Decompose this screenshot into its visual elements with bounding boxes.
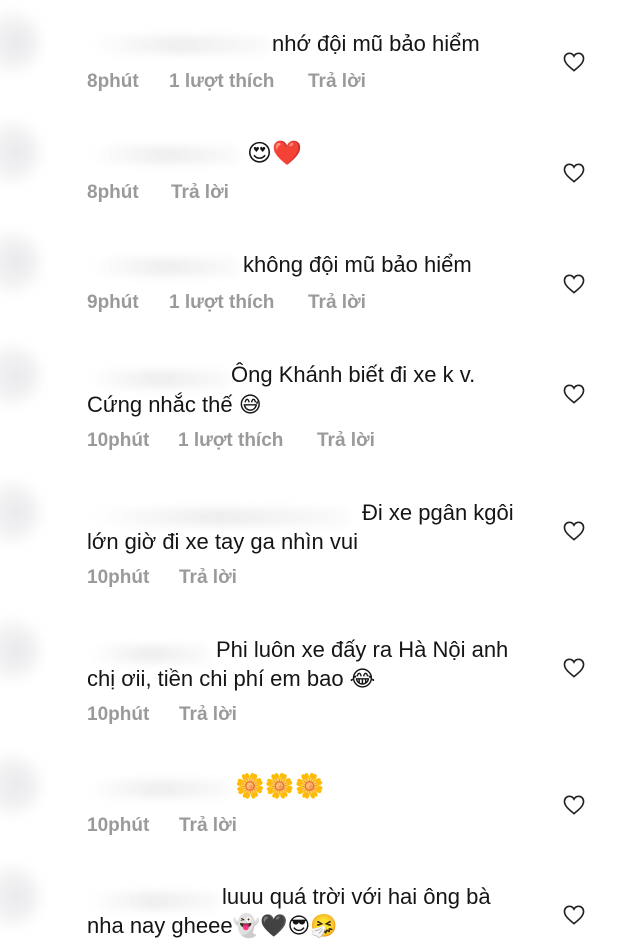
- comment-text-line-2: lớn giờ đi xe tay ga nhìn vui: [87, 529, 359, 554]
- username-blurred[interactable]: [90, 780, 230, 798]
- heart-outline-icon[interactable]: [563, 521, 585, 541]
- comment-time: 10phút: [87, 567, 150, 588]
- comment-text-line-1: luuu quá trời với hai ông bà: [222, 884, 491, 909]
- comment-time: 8phút: [87, 182, 139, 203]
- like-count[interactable]: 1 lượt thích: [169, 292, 274, 314]
- heart-outline-icon[interactable]: [563, 163, 585, 183]
- heart-outline-icon[interactable]: [563, 795, 585, 815]
- avatar[interactable]: [0, 122, 40, 182]
- heart-outline-icon[interactable]: [563, 52, 585, 72]
- comment-time: 10phút: [87, 704, 150, 725]
- comment-text: không đội mũ bảo hiểm: [243, 252, 472, 277]
- username-blurred[interactable]: [90, 36, 270, 54]
- avatar[interactable]: [0, 866, 40, 926]
- username-blurred[interactable]: [90, 146, 240, 164]
- comment-time: 9phút: [87, 292, 139, 313]
- avatar[interactable]: [0, 232, 40, 292]
- avatar[interactable]: [0, 755, 40, 815]
- avatar[interactable]: [0, 482, 40, 542]
- comment-text-line-2: Cứng nhắc thế 😅: [87, 392, 262, 417]
- reply-button[interactable]: Trả lời: [179, 815, 237, 837]
- reply-button[interactable]: Trả lời: [317, 430, 375, 452]
- avatar[interactable]: [0, 345, 40, 405]
- reply-button[interactable]: Trả lời: [308, 292, 366, 314]
- comment-text: nhớ đội mũ bảo hiểm: [272, 31, 480, 56]
- comment-text-line-1: Phi luôn xe đấy ra Hà Nội anh: [216, 637, 509, 662]
- comment-text-line-1: Ông Khánh biết đi xe k v.: [231, 362, 476, 387]
- heart-outline-icon[interactable]: [563, 384, 585, 404]
- comment-time: 8phút: [87, 71, 139, 92]
- username-blurred[interactable]: [90, 370, 230, 388]
- heart-outline-icon[interactable]: [563, 274, 585, 294]
- avatar[interactable]: [0, 620, 40, 680]
- comment-time: 10phút: [87, 430, 150, 451]
- avatar[interactable]: [0, 12, 40, 72]
- reply-button[interactable]: Trả lời: [179, 704, 237, 726]
- reply-button[interactable]: Trả lời: [171, 182, 229, 204]
- username-blurred[interactable]: [90, 508, 350, 526]
- username-blurred[interactable]: [90, 258, 240, 276]
- reply-button[interactable]: Trả lời: [308, 71, 366, 93]
- comment-text-line-1: Đi xe pgân kgôi: [362, 500, 514, 525]
- comment-text: 😍❤️: [247, 140, 302, 167]
- heart-outline-icon[interactable]: [563, 905, 585, 925]
- comment-text: 🌼🌼🌼: [235, 773, 325, 800]
- like-count[interactable]: 1 lượt thích: [169, 71, 274, 93]
- comment-text-line-2: chị ơii, tiền chi phí em bao 😂: [87, 666, 376, 691]
- heart-outline-icon[interactable]: [563, 658, 585, 678]
- username-blurred[interactable]: [90, 645, 210, 663]
- comment-time: 10phút: [87, 815, 150, 836]
- username-blurred[interactable]: [90, 892, 220, 910]
- like-count[interactable]: 1 lượt thích: [178, 430, 283, 452]
- reply-button[interactable]: Trả lời: [179, 567, 237, 589]
- comment-text-line-2: nha nay gheee👻🖤😎🤧: [87, 913, 338, 938]
